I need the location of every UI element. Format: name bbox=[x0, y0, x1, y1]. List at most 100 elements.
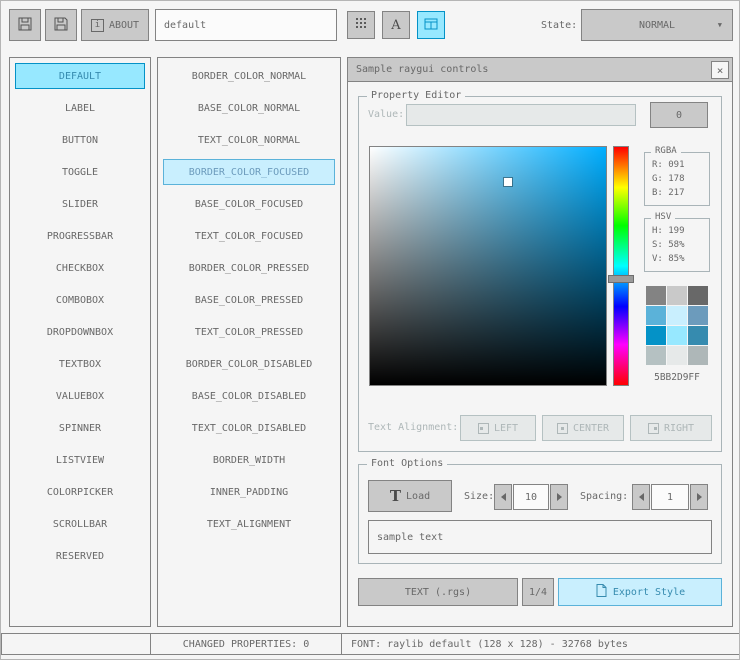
color-swatch[interactable] bbox=[646, 286, 666, 305]
rgba-group-label: RGBA bbox=[651, 146, 681, 156]
font-options-group-label: Font Options bbox=[367, 458, 448, 469]
hsv-group-label: HSV bbox=[651, 212, 676, 222]
font-spacing-value[interactable]: 1 bbox=[651, 484, 689, 510]
hsv-h-value: H: 199 bbox=[652, 226, 685, 236]
export-format-button[interactable]: TEXT (.rgs) bbox=[358, 578, 518, 606]
color-swatch[interactable] bbox=[688, 346, 708, 365]
style-name-input[interactable] bbox=[155, 9, 337, 41]
close-icon: × bbox=[716, 63, 724, 77]
property-item-text-color-disabled[interactable]: TEXT_COLOR_DISABLED bbox=[163, 415, 335, 441]
color-picker-panel[interactable] bbox=[369, 146, 607, 386]
control-item-dropdownbox[interactable]: DROPDOWNBOX bbox=[15, 319, 145, 345]
font-load-button[interactable]: T Load bbox=[368, 480, 452, 512]
property-item-border-width[interactable]: BORDER_WIDTH bbox=[163, 447, 335, 473]
export-style-button[interactable]: Export Style bbox=[558, 578, 722, 606]
control-item-progressbar[interactable]: PROGRESSBAR bbox=[15, 223, 145, 249]
align-left-button[interactable]: LEFT bbox=[460, 415, 536, 441]
control-item-toggle[interactable]: TOGGLE bbox=[15, 159, 145, 185]
property-item-border-color-pressed[interactable]: BORDER_COLOR_PRESSED bbox=[163, 255, 335, 281]
arrow-right-icon bbox=[696, 493, 702, 501]
export-format-pager-button[interactable]: 1/4 bbox=[522, 578, 554, 606]
rgba-group: RGBA R: 091 G: 178 B: 217 bbox=[644, 146, 710, 206]
control-item-label[interactable]: LABEL bbox=[15, 95, 145, 121]
font-size-increment-button[interactable] bbox=[550, 484, 568, 510]
save-style-button[interactable] bbox=[45, 9, 77, 41]
sample-window-title: Sample raygui controls bbox=[356, 64, 489, 75]
hue-bar[interactable] bbox=[608, 146, 634, 386]
align-left-label: LEFT bbox=[493, 422, 519, 434]
color-swatch[interactable] bbox=[667, 286, 687, 305]
style-table-mode-button[interactable] bbox=[347, 11, 375, 39]
text-alignment-label: Text Alignment: bbox=[368, 422, 459, 433]
property-item-text-color-pressed[interactable]: TEXT_COLOR_PRESSED bbox=[163, 319, 335, 345]
about-button-label: ABOUT bbox=[108, 19, 140, 31]
status-cell-changed: CHANGED PROPERTIES: 0 bbox=[150, 633, 342, 655]
control-item-valuebox[interactable]: VALUEBOX bbox=[15, 383, 145, 409]
font-T-icon: T bbox=[389, 486, 402, 505]
hsv-v-value: V: 85% bbox=[652, 254, 685, 264]
color-swatch[interactable] bbox=[688, 306, 708, 325]
sample-controls-window: Sample raygui controls × Property Editor… bbox=[347, 57, 733, 627]
property-item-border-color-disabled[interactable]: BORDER_COLOR_DISABLED bbox=[163, 351, 335, 377]
state-dropdown-value: NORMAL bbox=[638, 19, 676, 31]
close-button[interactable]: × bbox=[711, 61, 729, 79]
load-style-button[interactable] bbox=[9, 9, 41, 41]
color-swatch[interactable] bbox=[688, 286, 708, 305]
property-item-text-color-normal[interactable]: TEXT_COLOR_NORMAL bbox=[163, 127, 335, 153]
property-editor-group-label: Property Editor bbox=[367, 90, 466, 101]
color-swatch[interactable] bbox=[667, 346, 687, 365]
color-swatch[interactable] bbox=[646, 306, 666, 325]
property-item-border-color-focused[interactable]: BORDER_COLOR_FOCUSED bbox=[163, 159, 335, 185]
controls-list-panel: DEFAULT LABEL BUTTON TOGGLE SLIDER PROGR… bbox=[9, 57, 151, 627]
property-item-base-color-focused[interactable]: BASE_COLOR_FOCUSED bbox=[163, 191, 335, 217]
property-item-text-alignment[interactable]: TEXT_ALIGNMENT bbox=[163, 511, 335, 537]
font-size-decrement-button[interactable] bbox=[494, 484, 512, 510]
property-item-inner-padding[interactable]: INNER_PADDING bbox=[163, 479, 335, 505]
sample-text-input[interactable] bbox=[368, 520, 712, 554]
arrow-left-icon bbox=[638, 493, 644, 501]
font-spacing-increment-button[interactable] bbox=[690, 484, 708, 510]
value-button[interactable]: 0 bbox=[650, 102, 708, 128]
control-item-default[interactable]: DEFAULT bbox=[15, 63, 145, 89]
control-item-colorpicker[interactable]: COLORPICKER bbox=[15, 479, 145, 505]
property-item-base-color-normal[interactable]: BASE_COLOR_NORMAL bbox=[163, 95, 335, 121]
control-item-combobox[interactable]: COMBOBOX bbox=[15, 287, 145, 313]
about-button[interactable]: i ABOUT bbox=[81, 9, 149, 41]
color-swatch[interactable] bbox=[688, 326, 708, 345]
control-item-listview[interactable]: LISTVIEW bbox=[15, 447, 145, 473]
align-center-button[interactable]: CENTER bbox=[542, 415, 624, 441]
color-swatch[interactable] bbox=[667, 306, 687, 325]
sample-window-titlebar[interactable]: Sample raygui controls bbox=[348, 58, 732, 82]
status-cell-left bbox=[1, 633, 151, 655]
rgba-r-value: R: 091 bbox=[652, 160, 685, 170]
font-editor-button[interactable]: A bbox=[382, 11, 410, 39]
color-picker-cursor[interactable] bbox=[504, 178, 512, 186]
color-swatch[interactable] bbox=[646, 326, 666, 345]
changed-properties-text: CHANGED PROPERTIES: 0 bbox=[182, 638, 310, 650]
property-item-base-color-pressed[interactable]: BASE_COLOR_PRESSED bbox=[163, 287, 335, 313]
status-bar: CHANGED PROPERTIES: 0 FONT: raylib defau… bbox=[1, 633, 739, 655]
control-item-textbox[interactable]: TEXTBOX bbox=[15, 351, 145, 377]
font-size-value[interactable]: 10 bbox=[513, 484, 549, 510]
hsv-s-value: S: 58% bbox=[652, 240, 685, 250]
control-item-spinner[interactable]: SPINNER bbox=[15, 415, 145, 441]
control-item-reserved[interactable]: RESERVED bbox=[15, 543, 145, 569]
control-item-scrollbar[interactable]: SCROLLBAR bbox=[15, 511, 145, 537]
property-item-border-color-normal[interactable]: BORDER_COLOR_NORMAL bbox=[163, 63, 335, 89]
style-color-grid bbox=[646, 286, 708, 365]
control-item-checkbox[interactable]: CHECKBOX bbox=[15, 255, 145, 281]
property-item-text-color-focused[interactable]: TEXT_COLOR_FOCUSED bbox=[163, 223, 335, 249]
control-item-button[interactable]: BUTTON bbox=[15, 127, 145, 153]
color-swatch[interactable] bbox=[667, 326, 687, 345]
value-button-label: 0 bbox=[675, 109, 683, 121]
state-dropdown[interactable]: NORMAL ▼ bbox=[581, 9, 733, 41]
font-spacing-decrement-button[interactable] bbox=[632, 484, 650, 510]
value-input[interactable] bbox=[406, 104, 636, 126]
property-item-base-color-disabled[interactable]: BASE_COLOR_DISABLED bbox=[163, 383, 335, 409]
control-item-slider[interactable]: SLIDER bbox=[15, 191, 145, 217]
controls-view-button[interactable] bbox=[417, 11, 445, 39]
color-swatch[interactable] bbox=[646, 346, 666, 365]
hue-slider-handle[interactable] bbox=[608, 275, 634, 283]
align-right-button[interactable]: RIGHT bbox=[630, 415, 712, 441]
align-right-label: RIGHT bbox=[663, 422, 695, 434]
